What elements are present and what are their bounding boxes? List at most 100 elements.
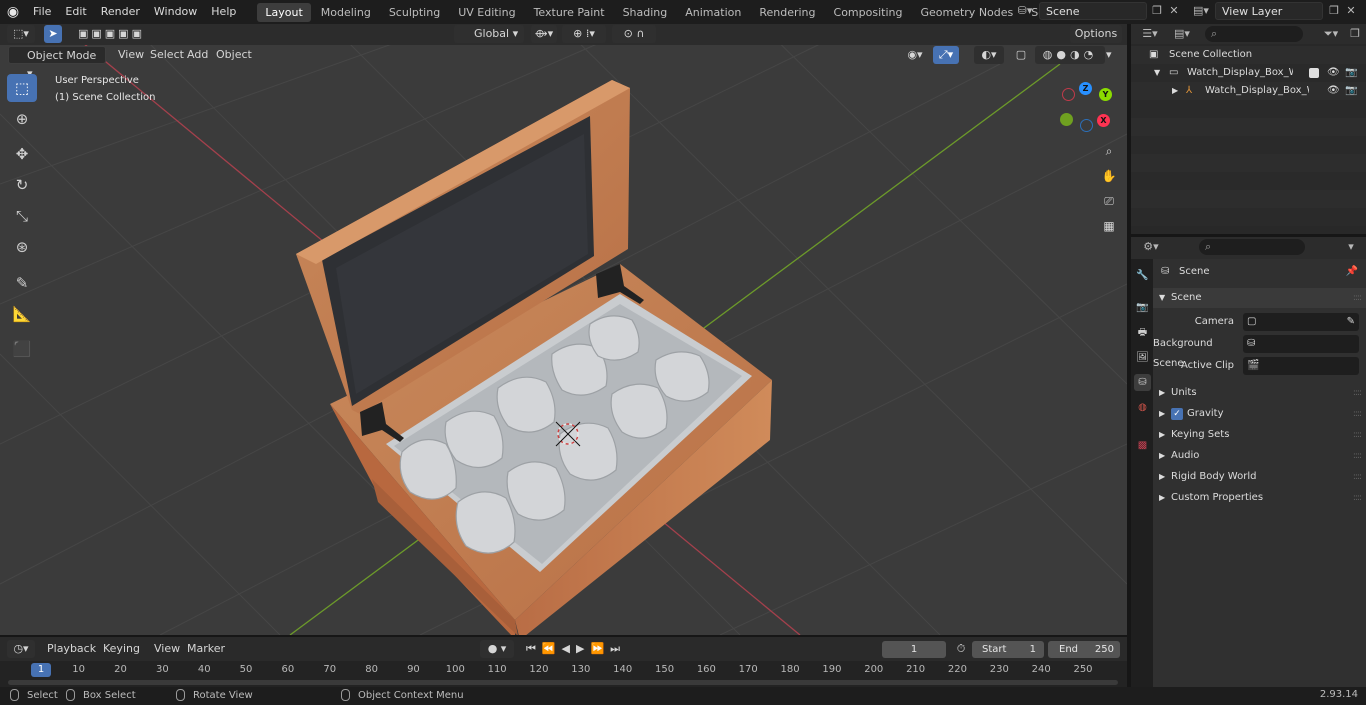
- scale-tool-icon[interactable]: ⤡: [7, 202, 37, 230]
- gravity-section[interactable]: ▶ ✓ Gravity ::::: [1153, 404, 1366, 424]
- panel-drag-handle[interactable]: ::::: [1353, 288, 1362, 308]
- object-visibility-icon[interactable]: 👁: [1327, 82, 1340, 100]
- pan-hand-icon[interactable]: ✋: [1098, 165, 1120, 187]
- gizmo-z-axis[interactable]: Z: [1079, 82, 1092, 95]
- scene-name-field[interactable]: Scene: [1039, 2, 1147, 20]
- texture-tab-icon[interactable]: ▩: [1134, 437, 1151, 454]
- panel-drag-handle[interactable]: ::::: [1353, 488, 1362, 508]
- outliner-editor-icon[interactable]: ☰▾: [1137, 26, 1163, 42]
- camera-view-icon[interactable]: ⎚: [1098, 190, 1120, 212]
- rigid-body-world-section[interactable]: ▶ Rigid Body World ::::: [1153, 467, 1366, 487]
- panel-drag-handle[interactable]: ::::: [1353, 383, 1362, 403]
- expand-object-icon[interactable]: ▶: [1172, 82, 1178, 100]
- tab-sculpting[interactable]: Sculpting: [381, 3, 448, 22]
- visibility-icon[interactable]: ◉▾: [902, 46, 928, 64]
- display-mode-icon[interactable]: ▤▾: [1169, 26, 1195, 42]
- remove-view-layer-icon[interactable]: ✕: [1343, 3, 1359, 19]
- move-tool-icon[interactable]: ✥: [7, 140, 37, 168]
- view-layer-tab-icon[interactable]: 🖼: [1134, 349, 1151, 366]
- new-scene-icon[interactable]: ❐: [1149, 3, 1165, 19]
- panel-drag-handle[interactable]: ::::: [1353, 467, 1362, 487]
- marker-menu[interactable]: Marker: [183, 640, 229, 658]
- scene-selector-icon[interactable]: ⛁▾: [1013, 3, 1037, 19]
- xray-toggle-icon[interactable]: ▢: [1013, 46, 1029, 64]
- units-section[interactable]: ▶ Units ::::: [1153, 383, 1366, 403]
- proportional-edit-icon[interactable]: ⊙ ∩: [612, 25, 656, 43]
- blender-logo-icon[interactable]: ◉: [0, 0, 26, 24]
- tab-animation[interactable]: Animation: [677, 3, 749, 22]
- menu-select[interactable]: Select: [146, 46, 188, 64]
- gizmo-neg-z[interactable]: [1080, 119, 1093, 132]
- current-frame-field[interactable]: 1: [882, 641, 946, 658]
- gravity-checkbox[interactable]: ✓: [1171, 408, 1183, 420]
- rotate-tool-icon[interactable]: ↻: [7, 171, 37, 199]
- zoom-icon[interactable]: ⌕: [1098, 140, 1120, 162]
- outliner-row-object[interactable]: ▶ ⅄ Watch_Display_Box_Woc 👁 📷: [1131, 82, 1366, 100]
- gizmo-y-axis[interactable]: Y: [1099, 88, 1112, 101]
- menu-edit[interactable]: Edit: [58, 2, 93, 22]
- properties-editor-icon[interactable]: ⚙▾: [1137, 239, 1165, 255]
- editor-type-icon[interactable]: ⬚▾: [7, 25, 35, 43]
- outliner-row-scene-collection[interactable]: ▣ Scene Collection: [1131, 46, 1366, 64]
- add-cube-tool-icon[interactable]: ⬛: [7, 335, 37, 363]
- menu-file[interactable]: File: [26, 2, 58, 22]
- menu-object[interactable]: Object: [212, 46, 256, 64]
- tab-modeling[interactable]: Modeling: [313, 3, 379, 22]
- record-keyframe-icon[interactable]: ● ▾: [480, 640, 514, 658]
- render-tab-icon[interactable]: 📷: [1134, 299, 1151, 316]
- collection-render-icon[interactable]: 📷: [1345, 64, 1357, 82]
- keying-menu[interactable]: Keying ▾: [100, 640, 146, 673]
- new-collection-icon[interactable]: ❐: [1347, 26, 1363, 42]
- object-render-icon[interactable]: 📷: [1345, 82, 1357, 100]
- scene-tab-icon[interactable]: ⛁: [1134, 374, 1151, 391]
- output-tab-icon[interactable]: 🖶: [1134, 324, 1151, 341]
- end-frame-field[interactable]: End 250: [1048, 641, 1120, 658]
- audio-section[interactable]: ▶ Audio ::::: [1153, 446, 1366, 466]
- menu-add[interactable]: Add: [183, 46, 212, 64]
- timeline-editor-icon[interactable]: ◷▾: [7, 640, 35, 658]
- tab-compositing[interactable]: Compositing: [826, 3, 911, 22]
- camera-field[interactable]: ▢ ✎: [1243, 313, 1359, 331]
- gizmo-x-axis[interactable]: X: [1097, 114, 1110, 127]
- remove-scene-icon[interactable]: ✕: [1166, 3, 1182, 19]
- select-mode-icons[interactable]: ▣▣▣▣▣: [78, 25, 164, 43]
- view-layer-field[interactable]: View Layer: [1215, 2, 1323, 20]
- filter-icon[interactable]: ⏷▾: [1317, 26, 1345, 42]
- playback-menu[interactable]: Playback ▾: [42, 640, 96, 673]
- timeline-ruler[interactable]: 1 10 20 30 40 50 60 70 80 90 100 110 120 130 140 150 160…: [0, 661, 1127, 687]
- properties-search-input[interactable]: ⌕: [1199, 239, 1305, 255]
- playback-controls-icons[interactable]: ⏮⏪◀▶⏩⏭: [522, 640, 630, 658]
- shading-mode-icons[interactable]: ◍●◑◔: [1035, 46, 1105, 64]
- transform-orientation-dropdown[interactable]: Global ▾: [454, 25, 524, 43]
- object-mode-dropdown[interactable]: Object Mode ▾: [8, 46, 106, 80]
- tab-texture-paint[interactable]: Texture Paint: [526, 3, 613, 22]
- collection-checkbox[interactable]: [1309, 68, 1319, 78]
- outliner-search-input[interactable]: ⌕: [1205, 26, 1303, 42]
- tab-rendering[interactable]: Rendering: [751, 3, 823, 22]
- ortho-grid-icon[interactable]: ▦: [1098, 215, 1120, 237]
- new-view-layer-icon[interactable]: ❐: [1326, 3, 1342, 19]
- custom-properties-section[interactable]: ▶ Custom Properties ::::: [1153, 488, 1366, 508]
- transform-tool-icon[interactable]: ⊛: [7, 233, 37, 261]
- tab-shading[interactable]: Shading: [615, 3, 676, 22]
- eyedropper-icon[interactable]: ✎: [1347, 313, 1355, 331]
- menu-view[interactable]: View: [114, 46, 148, 64]
- timeline-scrollbar[interactable]: [8, 680, 1118, 685]
- gizmo-neg-x[interactable]: [1062, 88, 1075, 101]
- tab-geometry-nodes[interactable]: Geometry Nodes: [912, 3, 1021, 22]
- outliner-row-collection[interactable]: ▼ ▭ Watch_Display_Box_Wooden_ 👁 📷: [1131, 64, 1366, 82]
- snap-icon[interactable]: ⊕ ⁞▾: [562, 25, 606, 43]
- select-box-tool-icon[interactable]: ⬚: [7, 74, 37, 102]
- tool-tab-icon[interactable]: 🔧: [1134, 267, 1151, 284]
- measure-tool-icon[interactable]: 📐: [7, 300, 37, 328]
- tab-layout[interactable]: Layout: [257, 2, 311, 22]
- keying-sets-section[interactable]: ▶ Keying Sets ::::: [1153, 425, 1366, 445]
- expand-collection-icon[interactable]: ▼: [1154, 64, 1160, 82]
- 3d-viewport[interactable]: ⬚▾ ➤ ▣▣▣▣▣ Global ▾ ⟴▾ ⊕ ⁞▾ ⊙ ∩ Options …: [0, 24, 1127, 635]
- tweak-tool-icon[interactable]: ➤: [44, 25, 62, 43]
- pivot-point-icon[interactable]: ⟴▾: [531, 25, 557, 43]
- annotate-tool-icon[interactable]: ✎: [7, 269, 37, 297]
- active-clip-field[interactable]: 🎬: [1243, 357, 1359, 375]
- start-frame-field[interactable]: Start 1: [972, 641, 1044, 658]
- tab-uv-editing[interactable]: UV Editing: [450, 3, 523, 22]
